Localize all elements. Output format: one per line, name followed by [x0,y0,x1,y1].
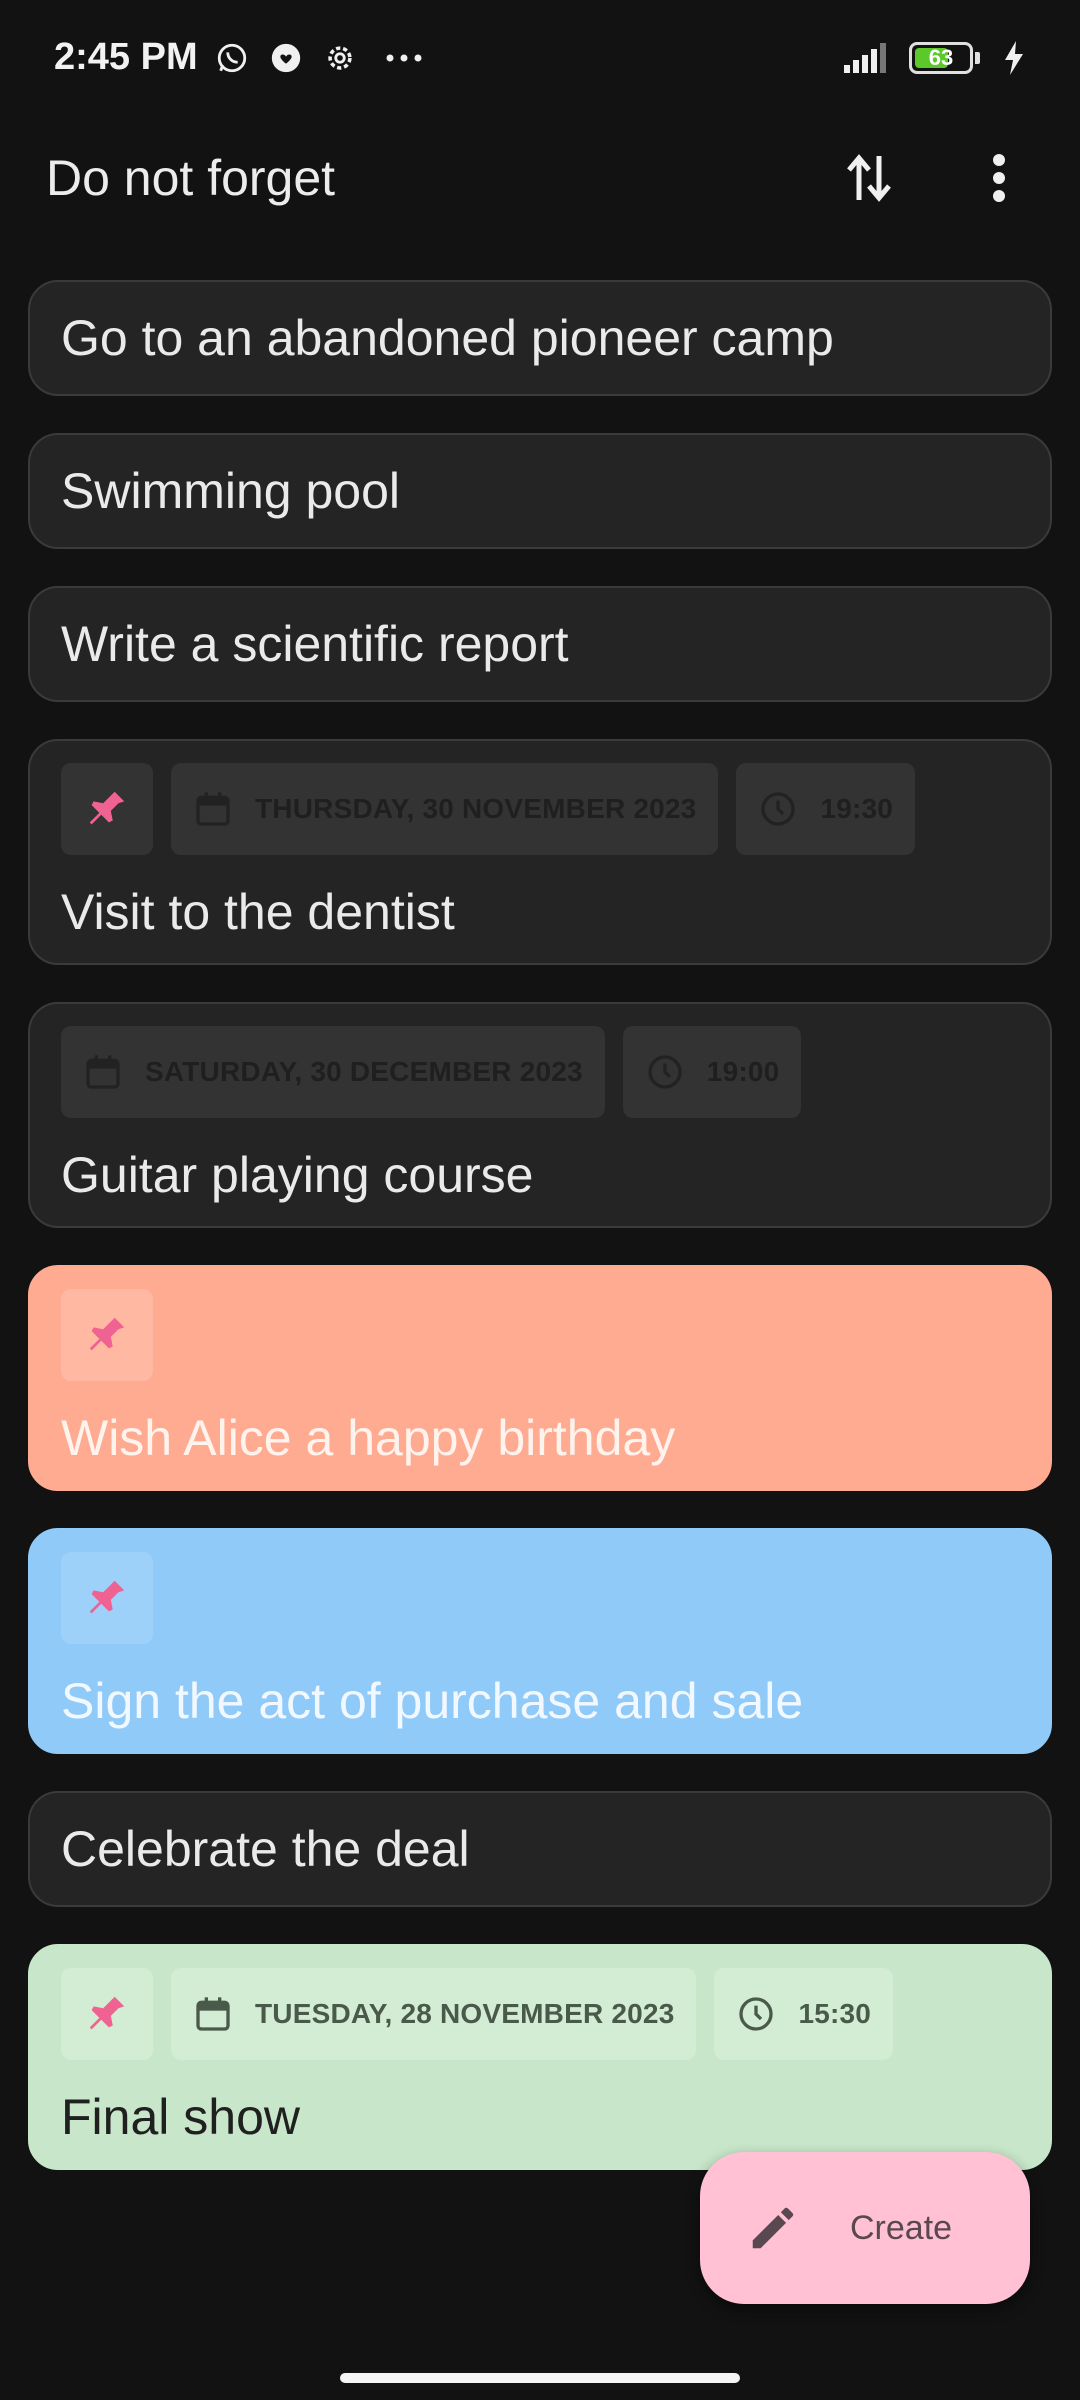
create-label: Create [850,2208,953,2247]
sort-icon[interactable] [834,143,904,213]
note-chips [61,1552,1019,1644]
settings-icon [320,38,360,78]
note-card[interactable]: Go to an abandoned pioneer camp [28,280,1052,396]
time-label: 15:30 [798,1998,872,2029]
signal-icon [843,38,895,78]
create-button[interactable]: Create [700,2152,1030,2304]
note-card[interactable]: THURSDAY, 30 NOVEMBER 2023 19:30 Visit t… [28,739,1052,965]
note-chips: TUESDAY, 28 NOVEMBER 2023 15:30 [61,1968,1019,2060]
pin-chip [61,1289,153,1381]
note-card[interactable]: SATURDAY, 30 DECEMBER 2023 19:00 Guitar … [28,1002,1052,1228]
note-card[interactable]: Swimming pool [28,433,1052,549]
charging-icon [994,38,1034,78]
clock-icon [739,1997,774,2031]
pin-icon [89,1317,125,1351]
note-card[interactable]: Write a scientific report [28,586,1052,702]
time-chip: 19:00 [622,1026,802,1118]
home-indicator[interactable] [340,2373,740,2383]
clock-icon [761,792,796,826]
note-card[interactable]: Celebrate the deal [28,1791,1052,1907]
status-right: 63 [843,38,1034,78]
note-chips [61,1289,1019,1381]
pin-chip [61,763,153,855]
note-text: Swimming pool [61,463,401,519]
calendar-icon [196,1997,230,2031]
clock-icon [648,1055,682,1089]
note-text: Visit to the dentist [61,884,455,940]
note-text: Final show [61,2089,300,2145]
pin-icon [89,791,125,825]
calendar-icon [86,1055,120,1089]
note-text: Write a scientific report [61,616,569,672]
note-list: Go to an abandoned pioneer camp Swimming… [28,280,1052,2207]
screen: 2:45 PM 63 Do not forget Go to an abando… [0,0,1080,2400]
note-card[interactable]: Wish Alice a happy birthday [28,1265,1052,1491]
pin-icon [89,1996,125,2030]
note-chips: THURSDAY, 30 NOVEMBER 2023 19:30 [61,763,1019,855]
overflow-menu-icon[interactable] [964,143,1034,213]
date-label: SATURDAY, 30 DECEMBER 2023 [145,1056,583,1087]
battery-icon: 63 [909,41,973,74]
whatsapp-icon [212,38,252,78]
time-label: 19:00 [706,1056,780,1087]
time-chip: 19:30 [736,763,916,855]
note-text: Go to an abandoned pioneer camp [61,310,834,366]
pin-chip [61,1552,153,1644]
app-bar: Do not forget [0,115,1080,240]
note-card[interactable]: TUESDAY, 28 NOVEMBER 2023 15:30 Final sh… [28,1944,1052,2170]
page-title: Do not forget [46,149,336,206]
messenger-icon [266,38,306,78]
pin-chip [61,1968,153,2060]
time-label: 19:30 [820,793,894,824]
status-time: 2:45 PM [54,36,198,78]
date-label: THURSDAY, 30 NOVEMBER 2023 [255,793,697,824]
calendar-icon [196,792,230,826]
status-bar: 2:45 PM 63 [0,0,1080,115]
note-chips: SATURDAY, 30 DECEMBER 2023 19:00 [61,1026,1019,1118]
note-text: Celebrate the deal [61,1821,470,1877]
battery-tip [975,51,980,64]
battery-level: 63 [928,44,954,70]
date-label: TUESDAY, 28 NOVEMBER 2023 [255,1998,675,2029]
more-dots-icon [384,38,424,78]
note-text: Guitar playing course [61,1147,534,1203]
note-text: Wish Alice a happy birthday [61,1410,676,1466]
pencil-icon [752,2207,794,2249]
pin-icon [89,1580,125,1614]
date-chip: SATURDAY, 30 DECEMBER 2023 [61,1026,605,1118]
note-text: Sign the act of purchase and sale [61,1673,804,1729]
date-chip: TUESDAY, 28 NOVEMBER 2023 [171,1968,697,2060]
date-chip: THURSDAY, 30 NOVEMBER 2023 [171,763,719,855]
note-card[interactable]: Sign the act of purchase and sale [28,1528,1052,1754]
status-left: 2:45 PM [54,36,424,79]
app-bar-actions [834,143,1034,213]
time-chip: 15:30 [714,1968,894,2060]
